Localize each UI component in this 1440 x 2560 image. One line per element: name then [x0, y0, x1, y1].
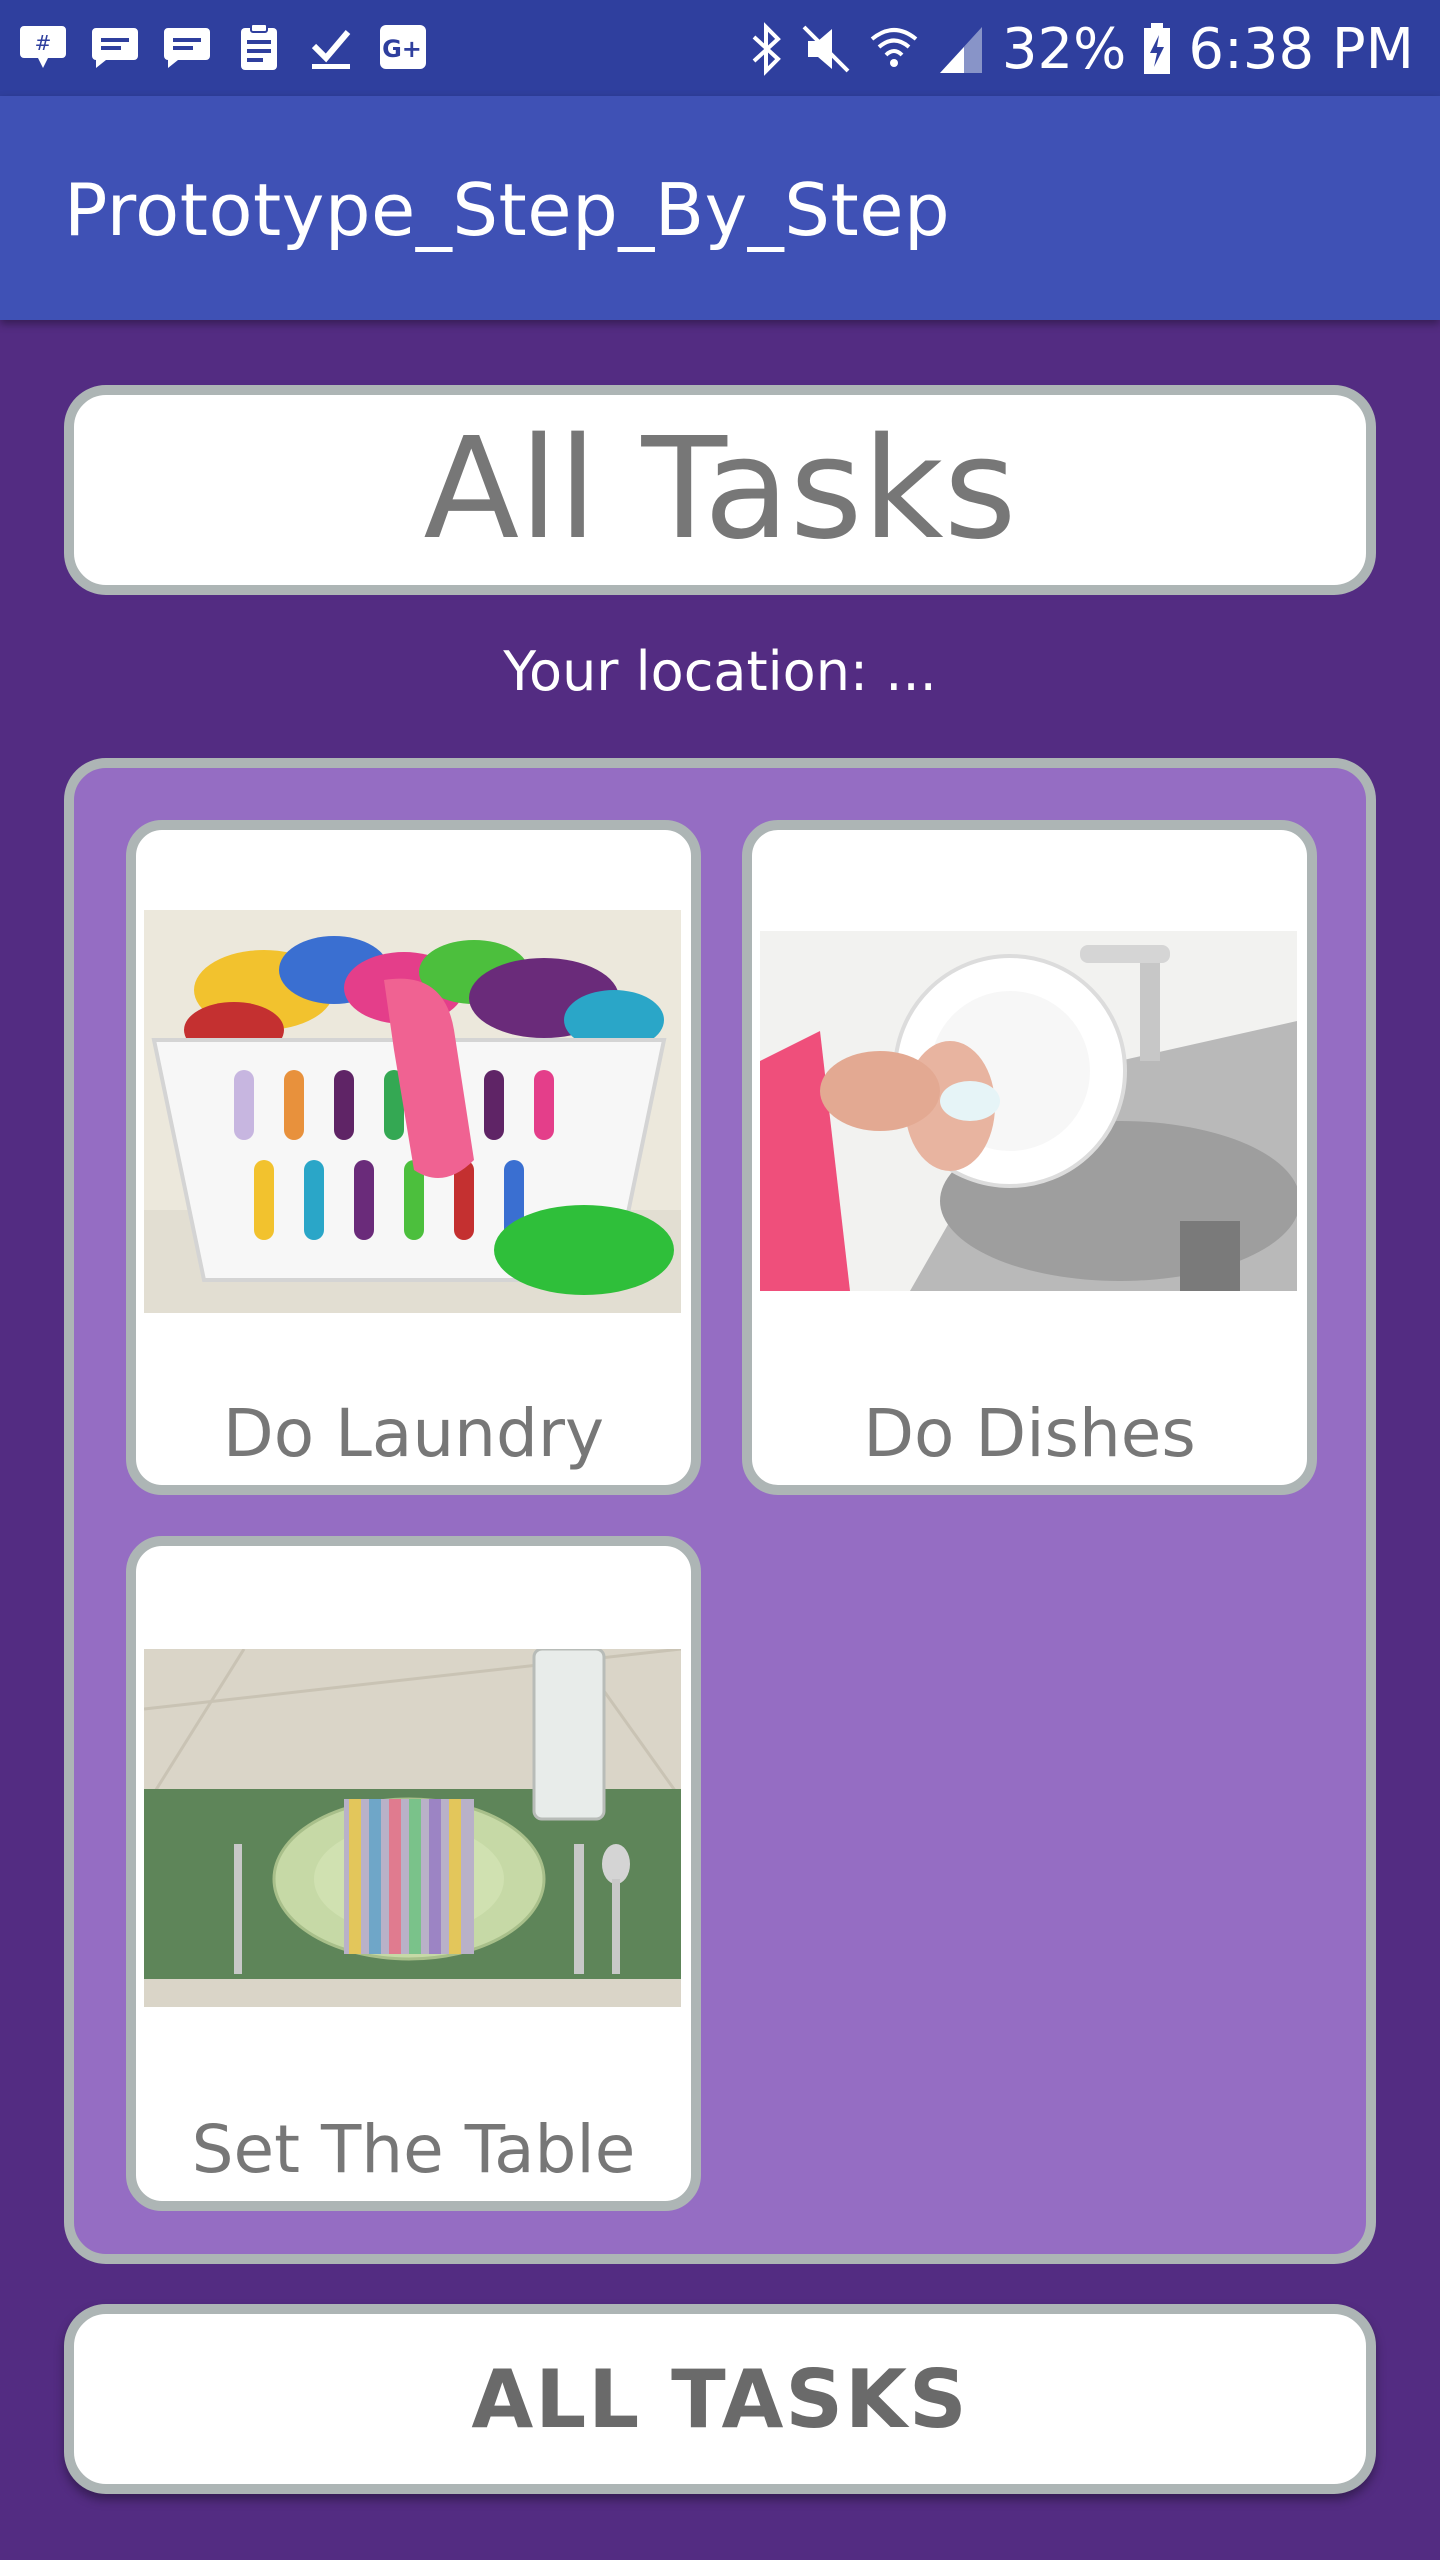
- task-label: Do Laundry: [222, 1395, 605, 1472]
- messages-icon: [164, 28, 210, 68]
- wifi-icon: [870, 28, 918, 67]
- battery-charging-icon: [1144, 23, 1171, 74]
- status-bar: # G+ 32% 6:38 PM: [0, 0, 1440, 96]
- bluetooth-icon: [752, 22, 781, 76]
- laundry-basket-photo: [144, 910, 681, 1313]
- svg-text:#: #: [35, 31, 52, 55]
- app-title: Prototype_Step_By_Step: [64, 168, 951, 252]
- task-label: Do Dishes: [863, 1395, 1196, 1472]
- task-card-set-the-table[interactable]: Set The Table: [126, 1536, 701, 2211]
- all-tasks-button[interactable]: ALL TASKS: [64, 2304, 1376, 2494]
- page-title: All Tasks: [423, 408, 1017, 571]
- clipboard-icon: [241, 23, 277, 70]
- hangouts-icon: #: [20, 26, 66, 68]
- signal-icon: [939, 27, 982, 73]
- messages-icon: [92, 28, 138, 68]
- task-grid: Do Laundry Do Dishes Set The Table: [64, 758, 1376, 2264]
- notification-icons: # G+: [18, 22, 428, 72]
- google-plus-icon: G+: [380, 25, 426, 69]
- clock: 6:38 PM: [1188, 16, 1414, 82]
- task-label: Set The Table: [191, 2111, 636, 2188]
- checkmark-icon: [311, 30, 351, 69]
- task-card-do-laundry[interactable]: Do Laundry: [126, 820, 701, 1495]
- system-status: 32% 6:38 PM: [748, 14, 1414, 84]
- battery-percent: 32%: [1001, 16, 1127, 82]
- mute-icon: [802, 25, 850, 73]
- task-card-do-dishes[interactable]: Do Dishes: [742, 820, 1317, 1495]
- table-setting-photo: [144, 1649, 681, 2007]
- svg-text:G+: G+: [382, 35, 422, 63]
- app-bar: Prototype_Step_By_Step: [0, 96, 1440, 320]
- page-title-box: All Tasks: [64, 385, 1376, 595]
- washing-dishes-photo: [760, 931, 1297, 1291]
- location-text: Your location: ...: [503, 640, 937, 703]
